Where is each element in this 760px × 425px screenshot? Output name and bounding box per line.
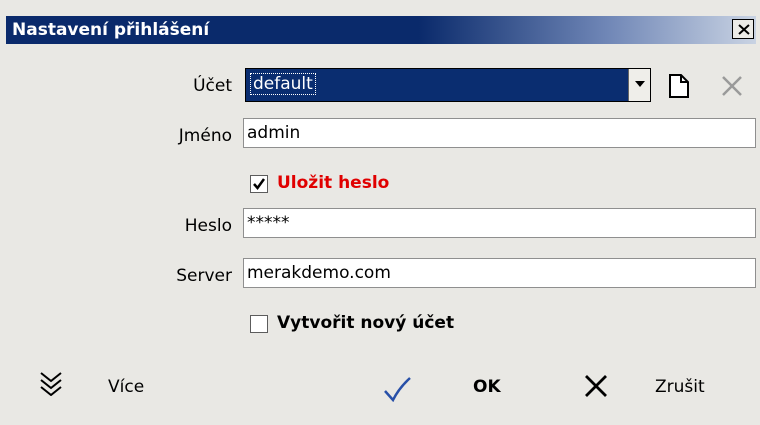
password-field[interactable]: ***** [243, 208, 756, 238]
chevron-down-icon [635, 81, 645, 87]
title-bar[interactable]: Nastavení přihlášení [6, 16, 756, 44]
create-account-checkbox[interactable] [250, 315, 268, 333]
double-chevron-down-icon [40, 372, 62, 396]
server-label: Server [176, 266, 232, 286]
login-settings-dialog: Nastavení přihlášení Účet default Jméno … [0, 0, 760, 425]
delete-icon[interactable] [720, 74, 744, 98]
checkmark-icon [384, 377, 411, 402]
new-document-icon[interactable] [668, 73, 690, 99]
more-button-label: Více [108, 377, 145, 397]
ok-button-label: OK [473, 377, 501, 397]
checkmark-icon [253, 178, 266, 191]
cancel-button-label: Zrušit [655, 377, 705, 397]
account-select-value: default [250, 73, 316, 95]
password-label: Heslo [184, 216, 232, 236]
close-icon [738, 24, 750, 35]
close-icon [585, 375, 607, 397]
server-field[interactable]: merakdemo.com [243, 258, 756, 288]
window-title: Nastavení přihlášení [12, 20, 210, 40]
account-dropdown-button[interactable] [628, 69, 650, 101]
create-account-label[interactable]: Vytvořit nový účet [277, 313, 454, 333]
close-button[interactable] [732, 19, 754, 39]
save-password-label[interactable]: Uložit heslo [277, 173, 389, 193]
account-label: Účet [193, 76, 232, 96]
name-label: Jméno [178, 126, 232, 146]
save-password-checkbox[interactable] [250, 175, 268, 193]
name-field[interactable]: admin [243, 118, 756, 148]
account-select[interactable]: default [245, 68, 651, 102]
